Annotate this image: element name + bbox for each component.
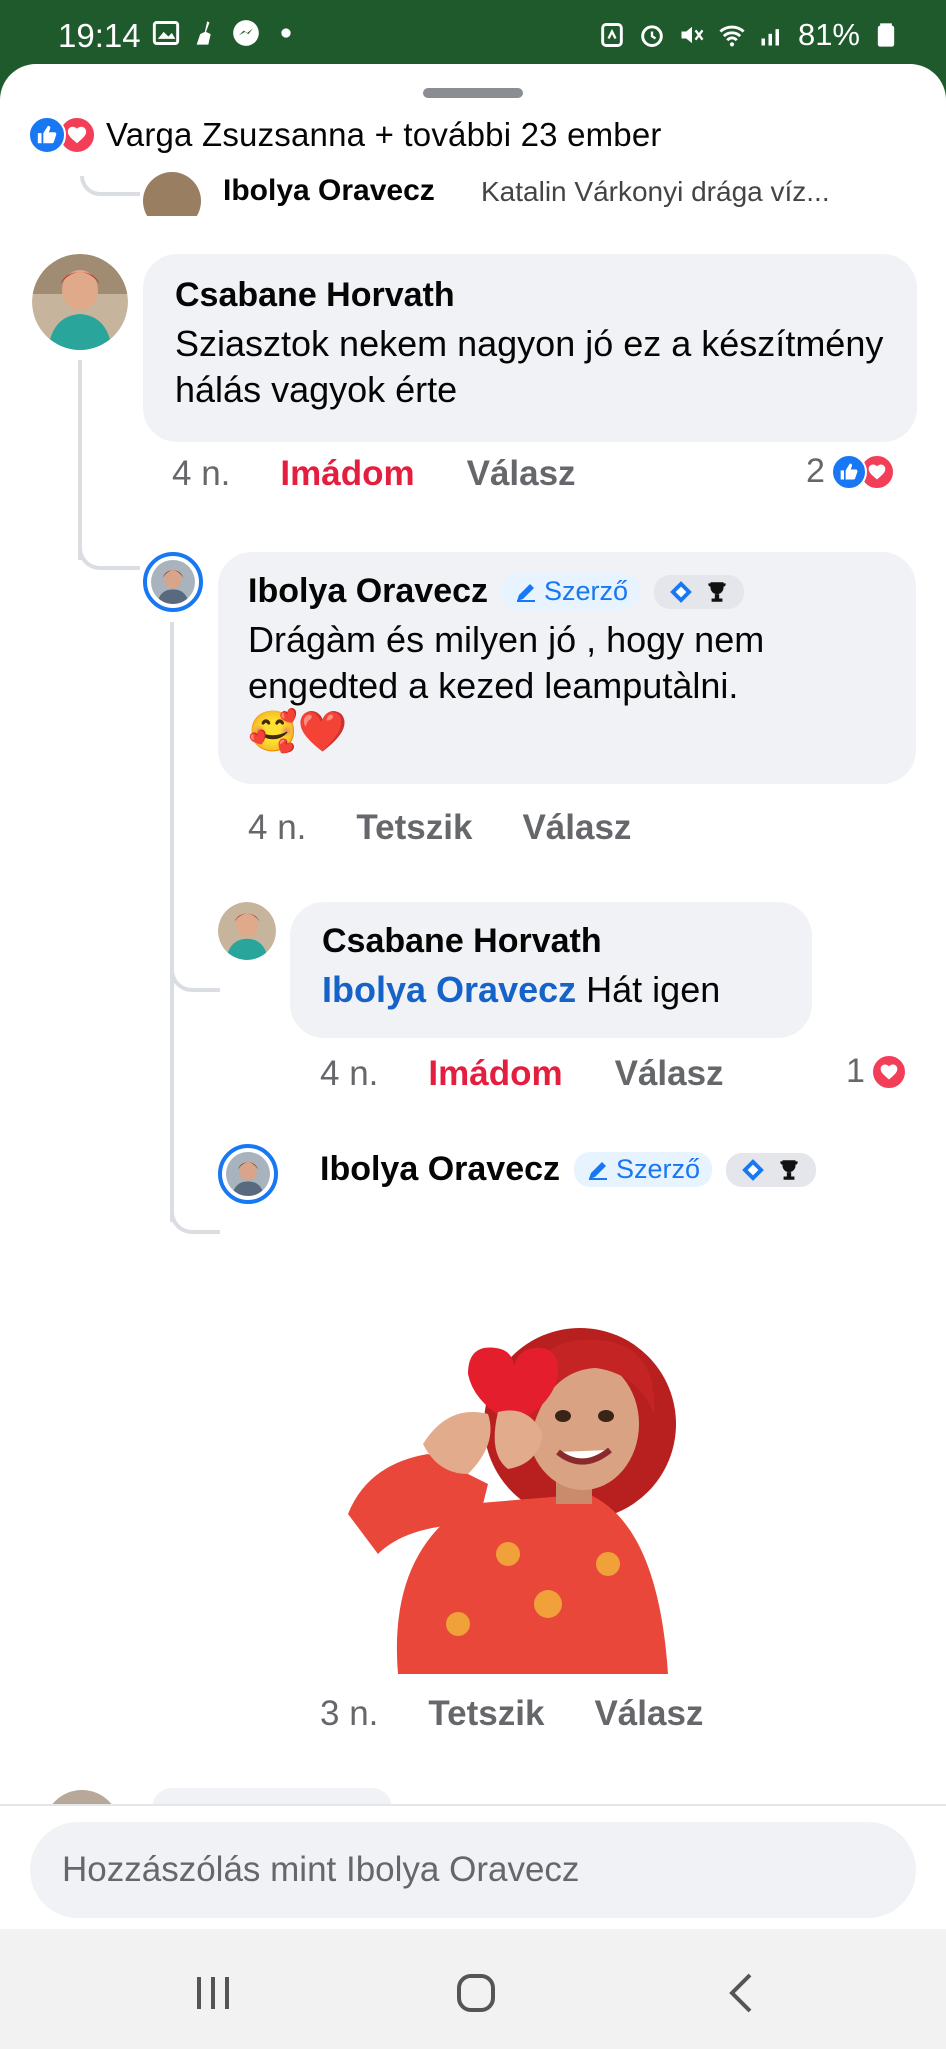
avatar[interactable] (218, 902, 276, 960)
thread-connector (80, 176, 140, 196)
profile-photo (151, 560, 195, 604)
comment-time[interactable]: 3 n. (320, 1694, 378, 1734)
comment-bubble[interactable]: Csabane Horvath Sziasztok nekem nagyon j… (143, 254, 917, 442)
comment-text: Sziasztok nekem nagyon jó ez a készítmén… (175, 323, 884, 410)
comment-input[interactable] (30, 1822, 916, 1918)
profile-photo (226, 1152, 270, 1196)
like-button[interactable]: Tetszik (356, 808, 472, 848)
battery-percent: 81% (797, 17, 860, 52)
thread-connector (78, 542, 140, 570)
recent-apps-button[interactable] (183, 1963, 243, 2023)
status-time: 19:14 (58, 17, 141, 54)
dot-icon (281, 28, 291, 38)
system-nav-bar (0, 1929, 946, 2049)
comment-author: Ibolya Oravecz (223, 174, 435, 207)
author-badge: Szerző (502, 574, 641, 609)
reaction-count-number: 2 (806, 452, 825, 490)
like-button[interactable]: Tetszik (428, 1694, 544, 1734)
comment-author[interactable]: Ibolya Oravecz (320, 1150, 560, 1189)
love-reaction-icon (870, 1053, 907, 1090)
comment-time[interactable]: 4 n. (248, 808, 306, 848)
composer-bar (0, 1804, 946, 1929)
reply-bubble[interactable]: Ibolya Oravecz Szerző Drágàm és milyen j… (218, 552, 916, 784)
love-reaction-button[interactable]: Imádom (428, 1054, 562, 1094)
cut-off-comment[interactable]: Ibolya Oravecz Katalin Várkonyi drága ví… (143, 172, 933, 216)
comment-text: Drágàm és milyen jó , hogy nem engedted … (248, 619, 765, 706)
comment-author[interactable]: Ibolya Oravecz (248, 572, 488, 611)
avatar (143, 172, 201, 216)
comments-sheet: Varga Zsuzsanna + további 23 ember Iboly… (0, 64, 946, 1929)
comment-composer[interactable] (30, 1822, 916, 1918)
trophy-icon (708, 581, 726, 602)
status-bar: 19:14 81% (0, 0, 946, 68)
gallery-icon (152, 21, 180, 45)
emoji-text: 🥰❤️ (248, 710, 348, 754)
drag-handle[interactable] (423, 88, 523, 98)
comment-actions: 4 n. Imádom Válasz (172, 454, 576, 494)
home-icon (457, 1974, 495, 2012)
profile-photo (218, 902, 276, 960)
reply-bubble[interactable]: Csabane Horvath Ibolya Oravecz Hát igen (290, 902, 812, 1038)
reply-button[interactable]: Válasz (594, 1694, 703, 1734)
profile-badges[interactable] (726, 1152, 817, 1187)
pencil-icon (589, 1161, 608, 1180)
comment-author[interactable]: Csabane Horvath (175, 276, 885, 315)
like-reaction-icon (28, 116, 66, 154)
diamond-icon (670, 580, 692, 603)
comment-time[interactable]: 4 n. (320, 1054, 378, 1094)
recent-apps-icon (197, 1977, 229, 2009)
back-button[interactable] (712, 1963, 772, 2023)
signal-icon (761, 29, 779, 46)
thread-line (170, 622, 174, 1222)
mute-icon (681, 26, 704, 44)
wifi-icon (719, 25, 745, 47)
home-button[interactable] (446, 1963, 506, 2023)
thread-line (78, 360, 82, 560)
profile-badges[interactable] (654, 574, 745, 609)
mention-link[interactable]: Ibolya Oravecz (322, 969, 576, 1010)
like-reaction-icon (830, 453, 867, 490)
reactors-summary[interactable]: Varga Zsuzsanna + további 23 ember (28, 116, 662, 154)
trophy-icon (780, 1159, 798, 1180)
diamond-icon (742, 1158, 764, 1181)
reply-actions: 3 n. Tetszik Válasz (320, 1694, 703, 1734)
avatar[interactable] (218, 1144, 278, 1204)
reply-button[interactable]: Válasz (467, 454, 576, 494)
comment-text: Hát igen (586, 969, 721, 1010)
comment-time[interactable]: 4 n. (172, 454, 230, 494)
comment-preview: Katalin Várkonyi drága víz... (481, 176, 830, 207)
reply-actions: 4 n. Tetszik Válasz (248, 808, 631, 848)
reaction-count-number: 1 (846, 1052, 865, 1090)
avatar[interactable] (143, 552, 203, 612)
nfc-icon (601, 23, 623, 47)
battery-icon (877, 23, 895, 47)
comment-author[interactable]: Csabane Horvath (322, 922, 780, 961)
reactors-text: Varga Zsuzsanna + további 23 ember (106, 116, 662, 153)
broom-icon (196, 21, 211, 45)
avatar[interactable] (32, 254, 128, 350)
reply-actions: 4 n. Imádom Válasz (320, 1054, 724, 1094)
heart-hands-avatar-sticker[interactable] (338, 1304, 688, 1674)
thread-connector (170, 1204, 220, 1234)
love-reaction-button[interactable]: Imádom (280, 454, 414, 494)
reply-button[interactable]: Válasz (522, 808, 631, 848)
back-icon (729, 1973, 752, 2013)
profile-photo (32, 254, 128, 350)
reaction-count[interactable]: 2 (806, 452, 895, 491)
messenger-icon (233, 20, 259, 46)
alarm-icon (641, 25, 663, 47)
reaction-count[interactable]: 1 (846, 1052, 907, 1091)
thread-connector (170, 964, 220, 992)
reply-button[interactable]: Válasz (615, 1054, 724, 1094)
author-badge: Szerző (574, 1152, 713, 1187)
pencil-icon (517, 583, 536, 602)
